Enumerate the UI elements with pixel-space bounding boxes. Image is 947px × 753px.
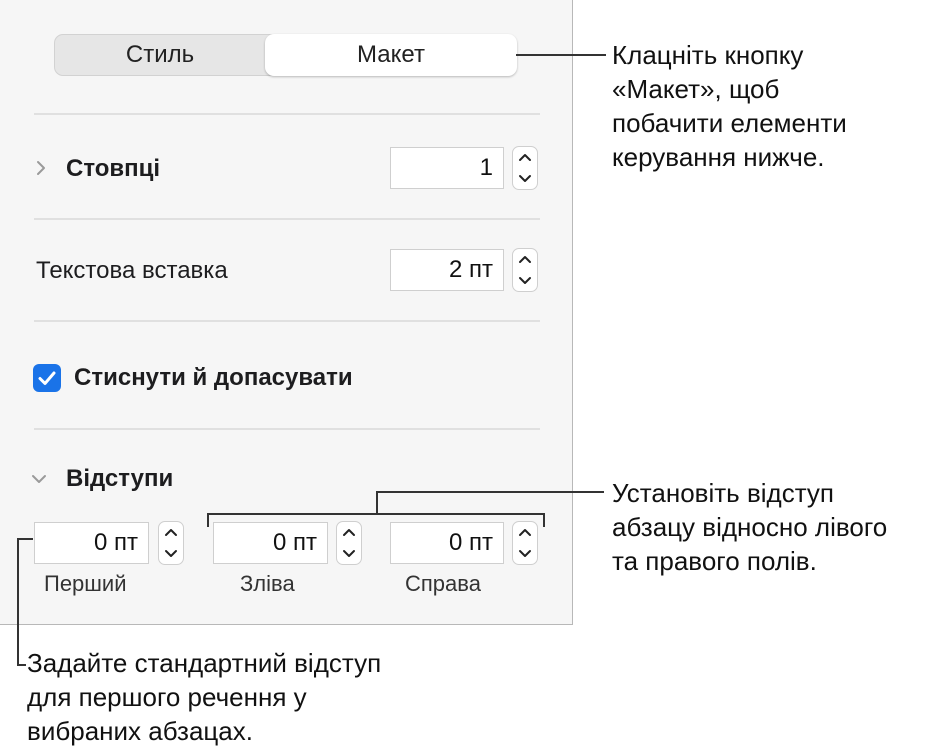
chevron-down-icon[interactable] (337, 543, 361, 564)
callout-line (376, 491, 604, 493)
chevron-up-icon[interactable] (159, 522, 183, 543)
divider (34, 218, 540, 220)
first-indent-stepper[interactable] (158, 521, 184, 565)
callout-first-line-indent: Задайте стандартний відступ для першого … (27, 646, 381, 748)
chevron-up-icon[interactable] (513, 147, 537, 168)
tab-layout[interactable]: Макет (265, 34, 517, 76)
text-inset-stepper[interactable] (512, 248, 538, 292)
callout-line (18, 538, 33, 540)
checkmark-icon (38, 371, 56, 385)
left-indent-stepper[interactable] (336, 521, 362, 565)
chevron-up-icon[interactable] (513, 249, 537, 270)
tab-segmented-control: Стиль Макет (54, 34, 517, 76)
callout-text-line: вибраних абзацах. (27, 716, 253, 746)
divider (34, 113, 540, 115)
callout-text-line: «Макет», щоб (612, 74, 780, 104)
chevron-up-icon[interactable] (513, 522, 537, 543)
left-indent-label: Зліва (240, 571, 295, 596)
callout-text-line: та правого полів. (612, 546, 817, 576)
divider (34, 320, 540, 322)
format-sidebar: Стиль Макет Стовпці 1 Текстова вставка 2… (0, 0, 573, 625)
callout-line (207, 513, 209, 527)
columns-label: Стовпці (66, 155, 161, 182)
callout-text-line: абзацу відносно лівого (612, 512, 888, 542)
callout-text-line: Задайте стандартний відступ (27, 648, 382, 678)
text-inset-field[interactable]: 2 пт (390, 249, 504, 291)
shrink-to-fit-label: Стиснути й допасувати (74, 364, 353, 391)
right-indent-stepper[interactable] (512, 521, 538, 565)
right-indent-label: Справа (405, 571, 481, 596)
columns-field[interactable]: 1 (390, 147, 504, 189)
callout-text-line: керування нижче. (612, 142, 825, 172)
callout-layout-button: Клацніть кнопку «Макет», щоб побачити ел… (612, 38, 847, 174)
callout-text-line: Клацніть кнопку (612, 40, 804, 70)
divider (34, 428, 540, 430)
chevron-down-icon[interactable] (513, 543, 537, 564)
callout-line (17, 664, 26, 666)
callout-text-line: Установіть відступ (612, 478, 834, 508)
chevron-down-icon[interactable] (513, 168, 537, 189)
chevron-down-icon[interactable] (513, 270, 537, 291)
first-indent-field[interactable]: 0 пт (34, 522, 149, 564)
chevron-down-icon[interactable] (159, 543, 183, 564)
text-inset-label: Текстова вставка (36, 257, 228, 284)
chevron-right-icon[interactable] (31, 158, 51, 178)
chevron-up-icon[interactable] (337, 522, 361, 543)
callout-text-line: побачити елементи (612, 108, 847, 138)
shrink-to-fit-checkbox[interactable] (33, 364, 61, 392)
first-indent-label: Перший (44, 571, 127, 596)
tab-style[interactable]: Стиль (55, 35, 265, 75)
columns-stepper[interactable] (512, 146, 538, 190)
callout-line (543, 513, 545, 527)
callout-text-line: для першого речення у (27, 682, 307, 712)
callout-line (516, 54, 606, 56)
left-indent-field[interactable]: 0 пт (213, 522, 328, 564)
callout-margin-indents: Установіть відступ абзацу відносно лівог… (612, 476, 887, 578)
right-indent-field[interactable]: 0 пт (390, 522, 504, 564)
indents-label: Відступи (66, 465, 174, 492)
callout-line (376, 491, 378, 514)
callout-line (17, 538, 19, 666)
chevron-down-icon[interactable] (29, 469, 49, 489)
